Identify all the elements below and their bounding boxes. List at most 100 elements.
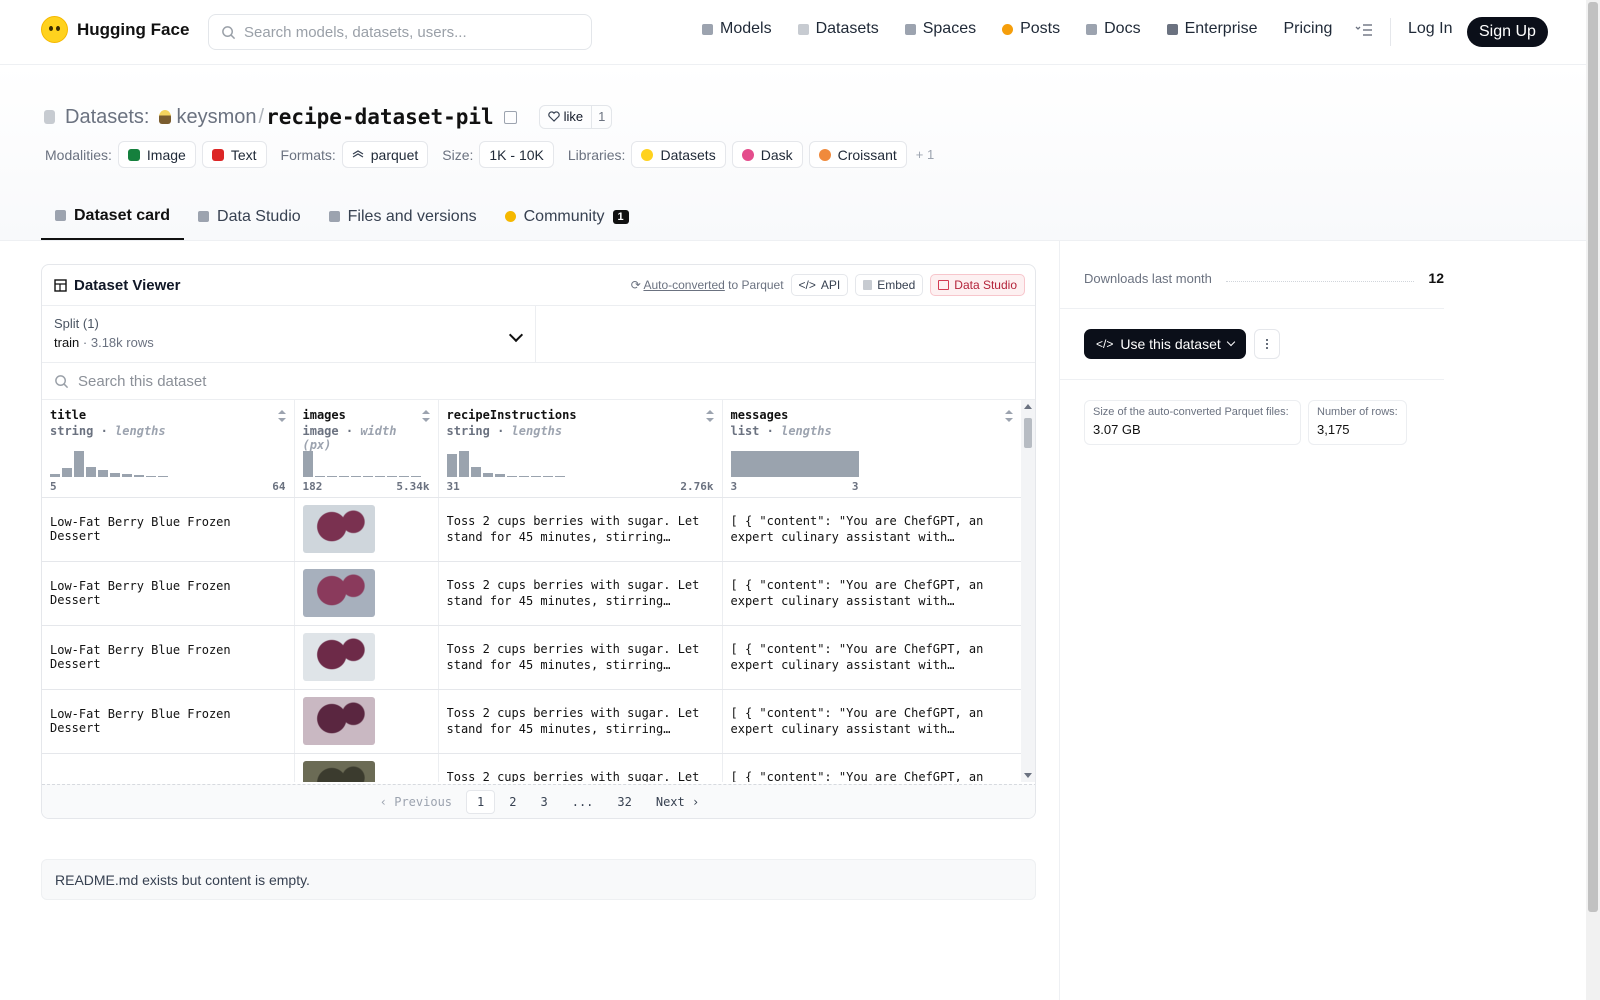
library-chip-datasets[interactable]: Datasets bbox=[631, 141, 726, 168]
sort-icon[interactable] bbox=[1004, 410, 1013, 422]
column-histogram[interactable] bbox=[730, 449, 859, 477]
recipe-image-thumbnail[interactable] bbox=[302, 505, 375, 553]
format-chip[interactable]: parquet bbox=[341, 141, 429, 168]
size-chip[interactable]: 1K - 10K bbox=[479, 141, 554, 168]
embed-button[interactable]: Embed bbox=[855, 274, 924, 296]
owner-link[interactable]: keysmon bbox=[176, 106, 256, 129]
use-dataset-button[interactable]: </> Use this dataset bbox=[1084, 329, 1246, 359]
viewer-search-input[interactable] bbox=[78, 372, 678, 390]
brand-logo[interactable]: Hugging Face bbox=[41, 16, 189, 43]
table-scrollbar[interactable] bbox=[1021, 400, 1035, 782]
histogram-bar[interactable] bbox=[350, 475, 361, 477]
cell-instructions[interactable]: Toss 2 cups berries with sugar. Let stan… bbox=[438, 561, 723, 626]
nav-item-spaces[interactable]: Spaces bbox=[904, 20, 976, 38]
modality-chip-image[interactable]: Image bbox=[117, 141, 196, 168]
page-button-3[interactable]: 3 bbox=[530, 791, 557, 813]
histogram-bar[interactable] bbox=[446, 453, 457, 477]
sort-icon[interactable] bbox=[421, 410, 430, 422]
column-header-messages[interactable]: messages list · lengths 3 3 bbox=[722, 400, 1022, 498]
histogram-bar[interactable] bbox=[302, 450, 313, 477]
column-header-title[interactable]: title string · lengths 5 64 bbox=[42, 400, 295, 498]
histogram-bar[interactable] bbox=[122, 473, 132, 477]
nav-menu-icon[interactable] bbox=[1355, 23, 1373, 37]
histogram-bar[interactable] bbox=[542, 475, 553, 477]
tab-dataset-card[interactable]: Dataset card bbox=[41, 193, 185, 240]
scroll-thumb[interactable] bbox=[1024, 418, 1032, 448]
library-chip-croissant[interactable]: Croissant bbox=[808, 141, 907, 168]
data-studio-button[interactable]: Data Studio bbox=[930, 274, 1025, 296]
column-histogram[interactable] bbox=[50, 449, 168, 477]
modality-chip-text[interactable]: Text bbox=[201, 141, 267, 168]
sort-icon[interactable] bbox=[277, 410, 286, 422]
table-row[interactable]: Low-Fat Berry Blue Frozen Dessert Toss 2 … bbox=[42, 625, 1022, 690]
cell-image[interactable] bbox=[294, 753, 439, 782]
cell-image[interactable] bbox=[294, 625, 439, 690]
column-histogram[interactable] bbox=[302, 449, 421, 477]
histogram-bar[interactable] bbox=[326, 475, 337, 477]
recipe-image-thumbnail[interactable] bbox=[302, 697, 375, 745]
histogram-bar[interactable] bbox=[506, 475, 517, 477]
column-header-recipeInstructions[interactable]: recipeInstructions string · lengths 31 2.76… bbox=[438, 400, 723, 498]
histogram-bar[interactable] bbox=[730, 450, 859, 477]
previous-page-button[interactable]: ‹ Previous bbox=[370, 791, 462, 813]
login-link[interactable]: Log In bbox=[1408, 20, 1452, 38]
api-button[interactable]: </> API bbox=[790, 274, 849, 296]
library-chip-dask[interactable]: Dask bbox=[731, 141, 803, 168]
cell-image[interactable] bbox=[294, 497, 439, 562]
histogram-bar[interactable] bbox=[386, 475, 397, 477]
cell-title[interactable]: Low-Fat Berry Blue Frozen Dessert bbox=[42, 689, 295, 754]
cell-image[interactable] bbox=[294, 689, 439, 754]
page-scroll-thumb[interactable] bbox=[1588, 2, 1598, 912]
scroll-down-icon[interactable] bbox=[1024, 773, 1032, 778]
tab-data-studio[interactable]: Data Studio bbox=[184, 193, 315, 240]
histogram-bar[interactable] bbox=[158, 475, 168, 477]
page-button-2[interactable]: 2 bbox=[499, 791, 526, 813]
histogram-bar[interactable] bbox=[50, 473, 60, 477]
histogram-bar[interactable] bbox=[146, 475, 156, 477]
table-row[interactable]: Low-Fat Berry Blue Frozen Dessert Toss 2 … bbox=[42, 561, 1022, 626]
cell-instructions[interactable]: Toss 2 cups berries with sugar. Let stan… bbox=[438, 497, 723, 562]
histogram-bar[interactable] bbox=[458, 450, 469, 477]
nav-item-pricing[interactable]: Pricing bbox=[1283, 20, 1332, 38]
histogram-bar[interactable] bbox=[74, 450, 84, 477]
histogram-bar[interactable] bbox=[86, 466, 96, 477]
sort-icon[interactable] bbox=[705, 410, 714, 422]
cell-image[interactable] bbox=[294, 561, 439, 626]
histogram-bar[interactable] bbox=[314, 475, 325, 477]
viewer-search[interactable] bbox=[42, 363, 1035, 400]
table-row[interactable]: Low-Fat Berry Blue Frozen Dessert Toss 2 … bbox=[42, 689, 1022, 754]
next-page-button[interactable]: Next › bbox=[646, 791, 709, 813]
split-selector[interactable]: Split (1) train · 3.18k rows bbox=[42, 306, 536, 362]
histogram-bar[interactable] bbox=[362, 475, 373, 477]
cell-messages[interactable]: [ { "content": "You are ChefGPT, an expe… bbox=[722, 625, 1022, 690]
nav-item-docs[interactable]: Docs bbox=[1086, 20, 1141, 38]
table-row[interactable]: Toss 2 cups berries with sugar. Let stan… bbox=[42, 753, 1022, 782]
more-libraries-link[interactable]: + 1 bbox=[916, 147, 934, 162]
cell-title[interactable] bbox=[42, 753, 295, 782]
tab-community[interactable]: Community 1 bbox=[491, 193, 643, 240]
scroll-up-icon[interactable] bbox=[1024, 404, 1032, 409]
column-histogram[interactable] bbox=[446, 449, 565, 477]
cell-title[interactable]: Low-Fat Berry Blue Frozen Dessert bbox=[42, 497, 295, 562]
histogram-bar[interactable] bbox=[470, 466, 481, 477]
cell-title[interactable]: Low-Fat Berry Blue Frozen Dessert bbox=[42, 625, 295, 690]
cell-messages[interactable]: [ { "content": "You are ChefGPT, an expe… bbox=[722, 561, 1022, 626]
cell-messages[interactable]: [ { "content": "You are ChefGPT, an expe… bbox=[722, 753, 1022, 782]
nav-item-posts[interactable]: Posts bbox=[1002, 20, 1060, 38]
page-scrollbar[interactable] bbox=[1586, 0, 1600, 1000]
like-button[interactable]: like 1 bbox=[538, 105, 613, 129]
global-search[interactable] bbox=[208, 14, 592, 50]
copy-icon[interactable] bbox=[503, 110, 517, 124]
histogram-bar[interactable] bbox=[518, 475, 529, 477]
tab-files-and-versions[interactable]: Files and versions bbox=[315, 193, 491, 240]
histogram-bar[interactable] bbox=[62, 467, 72, 477]
column-header-images[interactable]: images image · width (px) 182 5.34k bbox=[294, 400, 439, 498]
histogram-bar[interactable] bbox=[554, 475, 565, 477]
page-button-1[interactable]: 1 bbox=[466, 789, 496, 814]
cell-title[interactable]: Low-Fat Berry Blue Frozen Dessert bbox=[42, 561, 295, 626]
histogram-bar[interactable] bbox=[98, 469, 108, 477]
cell-instructions[interactable]: Toss 2 cups berries with sugar. Let stan… bbox=[438, 689, 723, 754]
nav-item-models[interactable]: Models bbox=[702, 20, 772, 38]
histogram-bar[interactable] bbox=[530, 475, 541, 477]
histogram-bar[interactable] bbox=[374, 475, 385, 477]
